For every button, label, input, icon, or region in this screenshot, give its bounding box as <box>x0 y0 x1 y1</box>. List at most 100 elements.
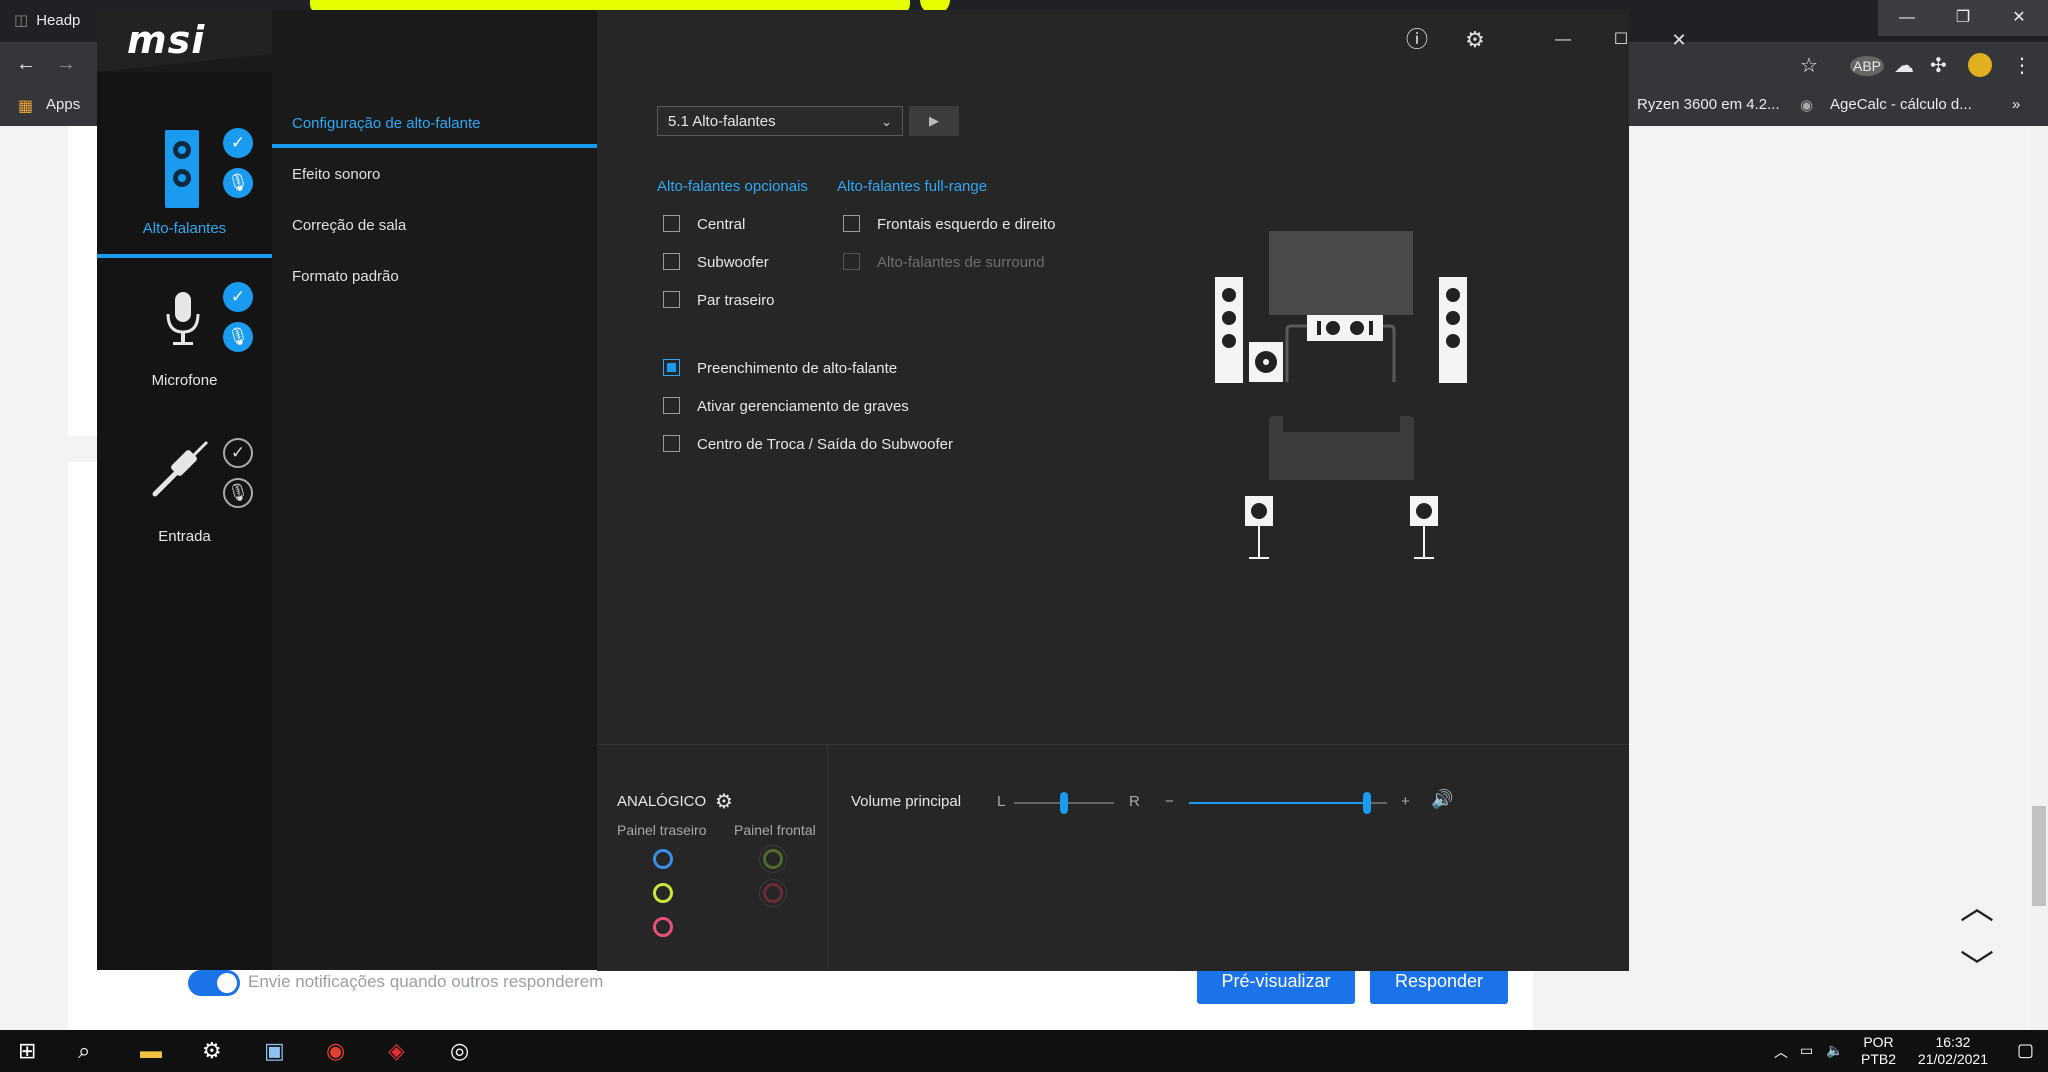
network-icon[interactable]: ▭ <box>1800 1042 1813 1059</box>
test-play-button[interactable]: ▶ <box>909 106 959 136</box>
browser-close-button[interactable]: ✕ <box>1990 0 2048 36</box>
device-microphone[interactable]: ✓ 🎙 Microfone <box>97 272 272 422</box>
rear-jack-icon[interactable] <box>653 849 673 869</box>
checkbox-bass-management[interactable]: Ativar gerenciamento de graves <box>663 396 909 417</box>
checkbox-label: Ativar gerenciamento de graves <box>697 398 909 415</box>
balance-left-label: L <box>997 793 1006 810</box>
speaker-preset-select[interactable]: 5.1 Alto-falantes ⌄ <box>657 106 903 136</box>
adblock-extension-icon[interactable]: ABP <box>1850 56 1885 76</box>
checkbox-box[interactable] <box>663 252 680 270</box>
extensions-puzzle-icon[interactable]: ✣ <box>1930 53 1947 78</box>
checkbox-surround-fullrange: Alto-falantes de surround <box>843 252 1045 273</box>
subnav-sound-effect[interactable]: Efeito sonoro <box>292 166 380 183</box>
checkbox-speaker-fill[interactable]: Preenchimento de alto-falante <box>663 358 897 379</box>
minimize-icon[interactable]: — <box>1543 20 1583 60</box>
volume-minus-icon[interactable]: − <box>1165 793 1174 810</box>
checkbox-center-sub-swap[interactable]: Centro de Troca / Saída do Subwoofer <box>663 434 953 455</box>
close-icon[interactable]: ✕ <box>1659 20 1699 60</box>
page-scrollbar[interactable] <box>2030 126 2048 1030</box>
volume-slider-fill <box>1189 802 1368 804</box>
profile-avatar[interactable] <box>1968 53 1992 77</box>
subnav-active-indicator <box>272 144 597 148</box>
scroll-up-icon[interactable]: ︿ <box>1960 880 1994 929</box>
checkbox-box[interactable] <box>663 214 680 232</box>
front-jack-icon[interactable] <box>759 845 787 873</box>
scrollbar-thumb[interactable] <box>2032 806 2046 906</box>
msi-app-icon[interactable]: ◈ <box>388 1038 405 1064</box>
settings-app-icon[interactable]: ⚙ <box>202 1038 222 1064</box>
info-icon[interactable]: ⓘ <box>1397 20 1437 60</box>
back-arrow-icon[interactable]: ← <box>16 53 36 76</box>
windows-start-icon[interactable]: ⊞ <box>18 1038 36 1064</box>
checkbox-front-fullrange[interactable]: Frontais esquerdo e direito <box>843 214 1055 235</box>
bookmarks-overflow[interactable]: » <box>2012 96 2020 113</box>
checkbox-box[interactable] <box>663 290 680 308</box>
default-comm-mic-icon[interactable]: 🎙 <box>223 322 253 352</box>
browser-tab[interactable]: ◫ Headp <box>14 6 80 36</box>
browser-minimize-button[interactable]: — <box>1878 0 1936 36</box>
volume-tray-icon[interactable]: 🔈 <box>1826 1042 1843 1059</box>
search-icon[interactable]: ⌕ <box>78 1038 90 1064</box>
checkbox-subwoofer[interactable]: Subwoofer <box>663 252 769 273</box>
browser-restore-button[interactable]: ❐ <box>1934 0 1992 36</box>
checkbox-rear-pair[interactable]: Par traseiro <box>663 290 775 311</box>
bookmark-agecalc[interactable]: AgeCalc - cálculo d... <box>1830 96 1972 113</box>
default-comm-mic-icon[interactable]: 🎙 <box>223 168 253 198</box>
device-speakers[interactable]: ✓ 🎙 Alto-falantes <box>97 72 272 258</box>
front-jack-icon[interactable] <box>759 879 787 907</box>
clock-time: 16:32 <box>1935 1034 1971 1050</box>
microphone-icon <box>166 292 200 345</box>
maximize-icon[interactable]: ☐ <box>1601 20 1641 60</box>
forward-arrow-icon[interactable]: → <box>56 53 76 76</box>
notifications-icon[interactable]: ▢ <box>2017 1040 2034 1061</box>
volume-plus-icon[interactable]: + <box>1401 793 1410 810</box>
connector-settings-gear-icon[interactable]: ⚙ <box>715 789 733 814</box>
audio-app-icon[interactable]: ◎ <box>450 1038 469 1064</box>
tab-favicon-icon: ◫ <box>14 12 29 29</box>
subnav-default-format[interactable]: Formato padrão <box>292 268 399 285</box>
gear-icon[interactable]: ⚙ <box>1455 20 1495 60</box>
clock-date: 21/02/2021 <box>1917 1051 1988 1067</box>
default-comm-mic-icon[interactable]: 🎙 <box>223 478 253 508</box>
checkbox-center[interactable]: Central <box>663 214 746 235</box>
bookmark-apps[interactable]: Apps <box>46 96 80 113</box>
fullrange-speakers-heading: Alto-falantes full-range <box>837 178 988 195</box>
checkbox-box[interactable] <box>843 214 860 232</box>
rear-jack-icon[interactable] <box>653 883 673 903</box>
checkbox-label: Alto-falantes de surround <box>877 254 1045 271</box>
bookmark-ryzen[interactable]: Ryzen 3600 em 4.2... <box>1637 96 1780 113</box>
sofa-shape <box>1269 416 1414 480</box>
bookmark-star-icon[interactable]: ☆ <box>1800 53 1818 78</box>
default-device-check-icon[interactable]: ✓ <box>223 282 253 312</box>
notification-toggle-label: Envie notificações quando outros respond… <box>248 972 604 991</box>
speaker-volume-icon[interactable]: 🔊 <box>1431 789 1453 810</box>
default-device-check-icon[interactable]: ✓ <box>223 438 253 468</box>
analog-jacks-panel: ANALÓGICO ⚙ Painel traseiro Painel front… <box>597 745 828 971</box>
subnav-room-correction[interactable]: Correção de sala <box>292 217 406 234</box>
tray-chevron-icon[interactable]: ︿ <box>1774 1042 1788 1062</box>
checkbox-box[interactable] <box>663 434 680 452</box>
notification-toggle[interactable] <box>188 969 240 996</box>
windows-taskbar: ⊞ ⌕ ▬ ⚙ ▣ ◉ ◈ ◎ ︿ ▭ 🔈 POR PTB2 16:32 21/… <box>0 1030 2048 1072</box>
msi-audio-window: msi ✓ 🎙 Alto-falantes ✓ 🎙 Microfone ✓ 🎙 … <box>97 10 1687 971</box>
volume-slider-thumb[interactable] <box>1363 792 1372 814</box>
rear-jack-icon[interactable] <box>653 917 673 937</box>
system-tray: ︿ ▭ 🔈 POR PTB2 16:32 21/02/2021 ▢ <box>1774 1030 2034 1072</box>
file-explorer-icon[interactable]: ▬ <box>140 1038 162 1064</box>
checkbox-label: Central <box>697 216 746 233</box>
bottom-control-bar: ANALÓGICO ⚙ Painel traseiro Painel front… <box>597 744 1629 971</box>
notification-toggle-row[interactable]: Envie notificações quando outros respond… <box>188 968 603 996</box>
subnav-speaker-config[interactable]: Configuração de alto-falante <box>292 115 480 132</box>
browser-menu-icon[interactable]: ⋮ <box>2012 53 2032 78</box>
photos-app-icon[interactable]: ▣ <box>264 1038 285 1064</box>
default-device-check-icon[interactable]: ✓ <box>223 128 253 158</box>
chrome-app-icon[interactable]: ◉ <box>326 1038 345 1064</box>
device-line-in[interactable]: ✓ 🎙 Entrada <box>97 424 272 574</box>
language-indicator[interactable]: POR PTB2 <box>1861 1034 1896 1068</box>
checkbox-box[interactable] <box>663 396 680 414</box>
taskbar-clock[interactable]: 16:32 21/02/2021 <box>1918 1034 1988 1068</box>
checkbox-box[interactable] <box>663 358 680 376</box>
scroll-down-icon[interactable]: ﹀ <box>1960 940 1994 989</box>
cloud-extension-icon[interactable]: ☁ <box>1894 53 1914 78</box>
balance-slider-thumb[interactable] <box>1060 792 1068 814</box>
